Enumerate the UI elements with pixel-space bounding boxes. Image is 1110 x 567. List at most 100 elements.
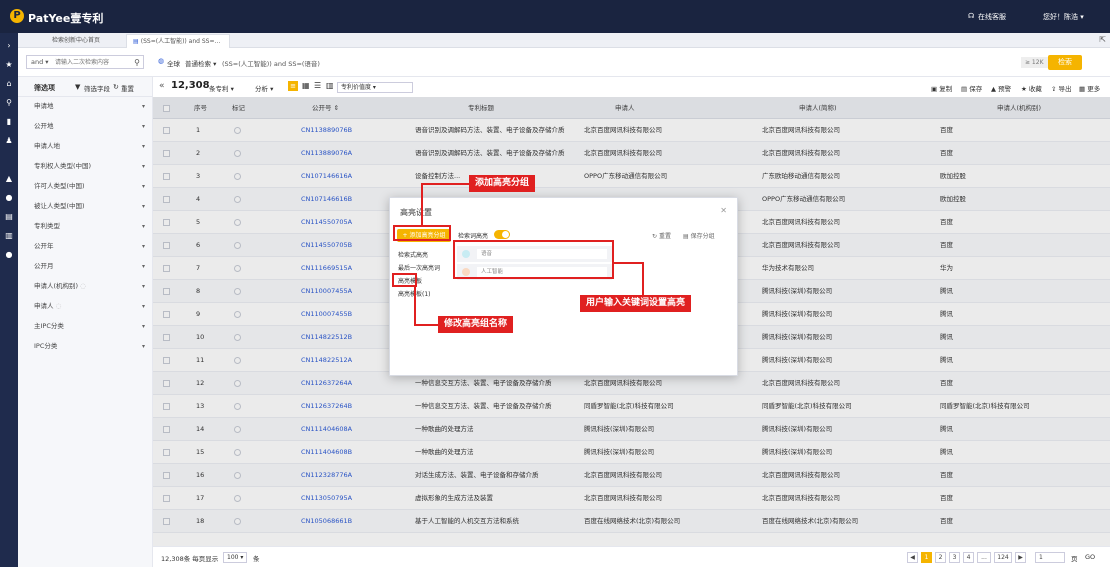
close-icon[interactable]: ✕ [720,206,727,215]
group-item-search[interactable]: 检索式高亮 [398,250,428,259]
export-icon: ⇪ [1051,85,1057,93]
page-4[interactable]: 4 [963,552,974,563]
sidebar-item-licensor-type[interactable]: 许可人类型(中国) ▾ [18,177,153,196]
copy-button[interactable]: ▣ 复制 [931,83,952,93]
top-nav-bar: P PatYee壹专利 ☊ 在线客服 您好！陈浩 ▾ [0,0,1110,33]
search-mode-select[interactable]: 普通检索 ▾ [185,58,216,68]
search-icon[interactable]: ⚲ [134,56,140,69]
document-icon[interactable]: ▤ [4,212,14,222]
result-count: 12,308 [171,80,210,91]
scope-global[interactable]: 全球 [167,58,180,68]
tab-search-result[interactable]: ▤ (SS=(人工智能)) and SS=... ✕ [126,34,230,59]
highlight-group-list: 检索式高亮 最后一次高亮词 高亮模板 高亮模板(1) [394,246,454,374]
settings-icon[interactable]: ● [4,250,14,260]
save-icon: ▤ [961,85,968,93]
save-group-button[interactable]: ▤ 保存分组 [683,231,715,240]
sidebar-item-patentee-type[interactable]: 专利权人类型(中国) ▾ [18,157,153,176]
expand-chevron-icon[interactable]: › [4,41,14,51]
filter-field-button[interactable]: 筛选字段 [84,83,110,93]
star-icon[interactable]: ★ [4,60,14,70]
reset-button[interactable]: 重置 [121,83,134,93]
reset-highlight-button[interactable]: ↻ 重置 [652,231,671,240]
caret-down-icon: ▾ [141,163,145,170]
result-unit-select[interactable]: 条专利 ▾ [209,83,234,93]
sidebar-item-label: 申请人 [34,302,54,310]
circle-icon[interactable]: ● [4,193,14,203]
more-label: 更多 [1087,85,1101,93]
tab-home[interactable]: 检索创新中心首页 [46,34,106,48]
analyze-menu[interactable]: 分析 ▾ [255,83,273,93]
sidebar-item-applicant-region[interactable]: 申请人地 ▾ [18,137,153,156]
callout-add-group: 添加高亮分组 [469,175,536,192]
sidebar-item-label: 申请地 [34,102,54,110]
reset-icon: ↻ [652,233,658,240]
detail-view-icon[interactable]: ☰ [314,81,321,90]
caret-down-icon: ▾ [141,323,145,330]
search-rail-icon[interactable]: ⚲ [4,98,14,108]
sidebar-item-label: 申请人(机构别) [34,282,79,290]
app-logo-text[interactable]: PatYee壹专利 [28,10,103,26]
collapse-double-chevron-icon[interactable]: « [159,81,165,91]
sidebar-item-applicant-org[interactable]: 申请人(机构别) ◌ ▾ [18,277,153,296]
goto-page-input[interactable]: 1 [1035,552,1065,563]
sidebar-item-publication-year[interactable]: 公开年 ▾ [18,237,153,256]
total-count: 12,308条 每页显示 [161,555,219,563]
user-icon[interactable]: ♟ [4,136,14,146]
sidebar-item-label: 专利权人类型(中国) [34,162,92,170]
sidebar-item-publication-region[interactable]: 公开地 ▾ [18,117,153,136]
page-ellipsis[interactable]: ... [977,552,991,563]
home-icon[interactable]: ⌂ [4,79,14,89]
page-3[interactable]: 3 [949,552,960,563]
search-query-text[interactable]: (SS=(人工智能)) and SS=(语音) [222,58,320,68]
sidebar-item-applicant[interactable]: 申请人 ◌ ▾ [18,297,153,316]
prev-page-icon[interactable]: ◀ [907,552,918,563]
filter-title: 筛选项 [34,84,55,92]
caret-down-icon: ▾ [141,123,145,130]
sidebar-item-patent-type[interactable]: 专利类型 ▾ [18,217,153,236]
globe-icon: ◍ [158,57,165,65]
sidebar-item-label: 公开年 [34,242,54,250]
info-icon: ◌ [78,282,86,290]
page-1[interactable]: 1 [921,552,932,563]
sidebar-item-application-region[interactable]: 申请地 ▾ [18,97,153,116]
page-last[interactable]: 124 [994,552,1012,563]
search-button[interactable]: 检索 [1048,55,1082,70]
sidebar-item-assignee-type[interactable]: 被让人类型(中国) ▾ [18,197,153,216]
logic-select[interactable]: and ▾ [31,56,49,69]
keyword-highlight-toggle[interactable] [494,230,510,239]
result-toolbar: « 12,308 条专利 ▾ 分析 ▾ ≡ ▦ ☰ ▥ 专利价值度 ▾ ▣ 复制… [153,77,1110,97]
caret-down-icon: ▾ [141,283,145,290]
tab-collapse-icon[interactable]: ⇱ [1099,35,1106,44]
sidebar-item-label: 专利类型 [34,222,60,230]
sidebar-item-publication-month[interactable]: 公开月 ▾ [18,257,153,276]
next-page-icon[interactable]: ▶ [1015,552,1026,563]
patent-value-select[interactable]: 专利价值度 ▾ [337,82,413,93]
alert-button[interactable]: ▲ 预警 [991,83,1011,93]
group-item-last[interactable]: 最后一次高亮词 [398,263,440,272]
online-service-link[interactable]: 在线客服 [978,12,1006,22]
favorite-button[interactable]: ★ 收藏 [1021,83,1042,93]
page-size-unit: 条 [253,555,260,563]
sidebar-item-main-ipc[interactable]: 主IPC分类 ▾ [18,317,153,336]
annotation-line [421,183,423,225]
search-row: and ▾ ⚲ ◍ 全球 普通检索 ▾ (SS=(人工智能)) and SS=(… [18,48,1110,77]
save-button[interactable]: ▤ 保存 [961,83,982,93]
go-button[interactable]: GO [1085,553,1095,561]
card-view-icon[interactable]: ▥ [326,81,334,90]
secondary-search-input[interactable] [55,57,131,68]
export-button[interactable]: ⇪ 导出 [1051,83,1072,93]
grid-view-icon[interactable]: ▦ [302,81,310,90]
bookmark-icon[interactable]: ▮ [4,117,14,127]
pagination-footer: 12,308条 每页显示 100 ▾ 条 ◀ 1 2 3 4 ... 124 ▶… [153,546,1110,567]
headset-icon[interactable]: ☊ [968,12,974,20]
more-button[interactable]: ▦ 更多 [1079,83,1100,93]
page-size-select[interactable]: 100 ▾ [223,552,248,563]
chart-icon[interactable]: ▥ [4,231,14,241]
bell-icon[interactable]: ▲ [4,174,14,184]
save-label: 保存 [969,85,983,93]
page-2[interactable]: 2 [935,552,946,563]
list-view-icon[interactable]: ≡ [288,81,298,91]
user-greeting-menu[interactable]: 您好！陈浩 ▾ [1043,12,1084,22]
sidebar-item-label: 主IPC分类 [34,322,64,330]
sidebar-item-ipc[interactable]: IPC分类 ▾ [18,337,153,356]
